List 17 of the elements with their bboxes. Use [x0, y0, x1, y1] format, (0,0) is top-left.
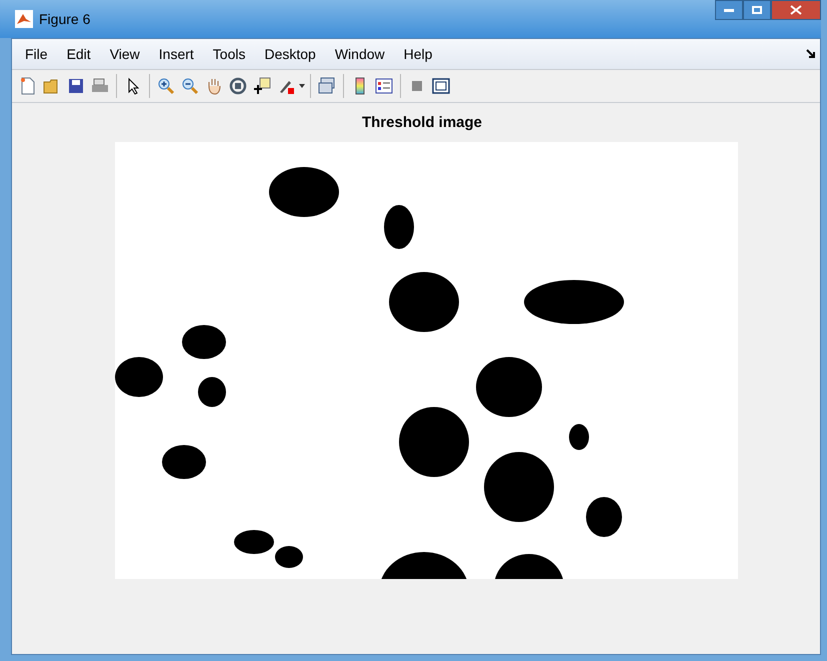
menu-item[interactable]: Edit	[60, 44, 98, 64]
minimize-button[interactable]	[715, 0, 743, 20]
menu-item[interactable]: Tools	[206, 44, 252, 64]
window-title: Figure 6	[39, 10, 90, 29]
app-icon	[15, 10, 33, 28]
menu-item[interactable]: Window	[328, 44, 392, 64]
menu-item[interactable]: File	[18, 44, 55, 64]
menu-item[interactable]: View	[102, 44, 147, 64]
menu-item[interactable]: Help	[396, 44, 440, 64]
menu-item[interactable]: Desktop	[257, 44, 323, 64]
close-icon	[790, 5, 802, 15]
plot-title: Threshold image	[362, 114, 482, 132]
dock-arrow-icon[interactable]	[806, 49, 816, 59]
maximize-button[interactable]	[743, 0, 771, 20]
caret-icon[interactable]	[298, 83, 306, 89]
close-button[interactable]	[771, 0, 821, 20]
menu-item[interactable]: Insert	[152, 44, 201, 64]
